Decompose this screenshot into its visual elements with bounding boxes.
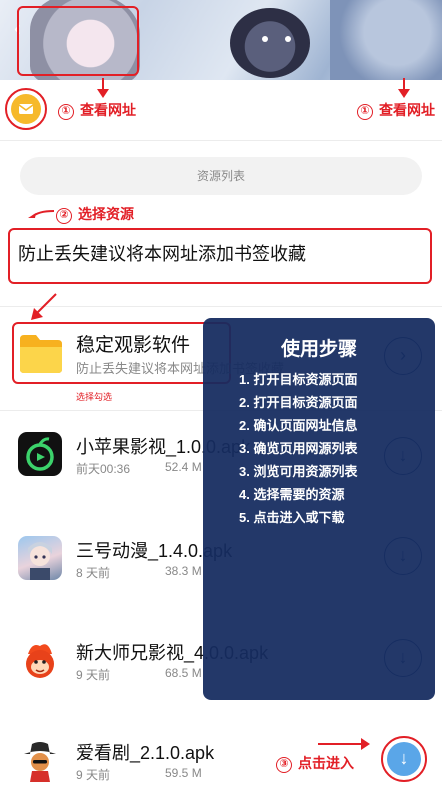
- banner-character-image: [330, 0, 442, 80]
- app-name: 爱看剧_2.1.0.apk: [76, 743, 215, 763]
- app-size: 59.5 M: [165, 766, 202, 780]
- site-logo[interactable]: [5, 88, 47, 130]
- app-time: 9 天前: [76, 668, 111, 682]
- divider: [0, 140, 442, 141]
- banner-character-image: [230, 8, 310, 78]
- annotation-select-resource: ② 选择资源: [56, 204, 134, 224]
- annotation-click-enter: ③ 点击进入: [276, 753, 354, 773]
- annotation-arrow: [318, 738, 370, 750]
- annotation-curve-arrow: [28, 210, 55, 218]
- banner-decoration: [285, 36, 291, 42]
- guide-step: 2. 确认页面网址信息: [239, 418, 358, 433]
- guide-steps: 1. 打开目标资源页面 2. 打开目标资源页面 2. 确认页面网址信息 3. 确…: [239, 368, 357, 529]
- folder-icon: [18, 331, 64, 375]
- monkey-app-icon: [18, 638, 62, 682]
- app-time: 前天00:36: [76, 462, 131, 476]
- divider: [0, 306, 442, 307]
- app-time: 9 天前: [76, 768, 111, 782]
- guide-step: 3. 确览页用网源列表: [239, 441, 358, 456]
- folder-tag: 选择勾选: [76, 392, 113, 402]
- download-icon: ↓: [387, 742, 421, 776]
- app-time: 8 天前: [76, 566, 111, 580]
- annotation-highlight-box: [17, 6, 139, 76]
- cowboy-app-icon: [18, 738, 62, 782]
- usage-guide-overlay: 使用步骤 1. 打开目标资源页面 2. 打开目标资源页面 2. 确认页面网址信息…: [203, 318, 435, 700]
- download-button[interactable]: ↓: [381, 736, 427, 782]
- annotation-arrow: [398, 78, 410, 98]
- apple-app-icon: [18, 432, 62, 476]
- app-size: 38.3 M: [165, 564, 202, 578]
- annotation-arrow: [97, 78, 109, 98]
- banner-decoration: [262, 36, 268, 42]
- annotation-view-url-right: ① 查看网址: [357, 100, 435, 120]
- guide-step: 4. 选择需要的资源: [239, 487, 345, 502]
- guide-title: 使用步骤: [280, 339, 357, 360]
- guide-step: 1. 打开目标资源页面: [239, 372, 358, 387]
- resource-list-button[interactable]: 资源列表: [20, 157, 422, 195]
- guide-step: 5. 点击进入或下载: [239, 510, 345, 525]
- annotation-arrow: [31, 293, 57, 320]
- anime-app-icon: [18, 536, 62, 580]
- bookmark-notice: 防止丢失建议将本网址添加书签收藏: [18, 244, 306, 264]
- list-item[interactable]: 爱看剧_2.1.0.apk 9 天前 59.5 M: [0, 738, 442, 786]
- annotation-view-url-left: ① 查看网址: [58, 100, 136, 120]
- folder-name: 稳定观影软件: [76, 335, 191, 356]
- app-size: 68.5 M: [165, 666, 202, 680]
- guide-step: 2. 打开目标资源页面: [239, 395, 358, 410]
- mailbox-icon: [11, 94, 41, 124]
- app-size: 52.4 M: [165, 460, 202, 474]
- guide-step: 3. 浏览可用资源列表: [239, 464, 358, 479]
